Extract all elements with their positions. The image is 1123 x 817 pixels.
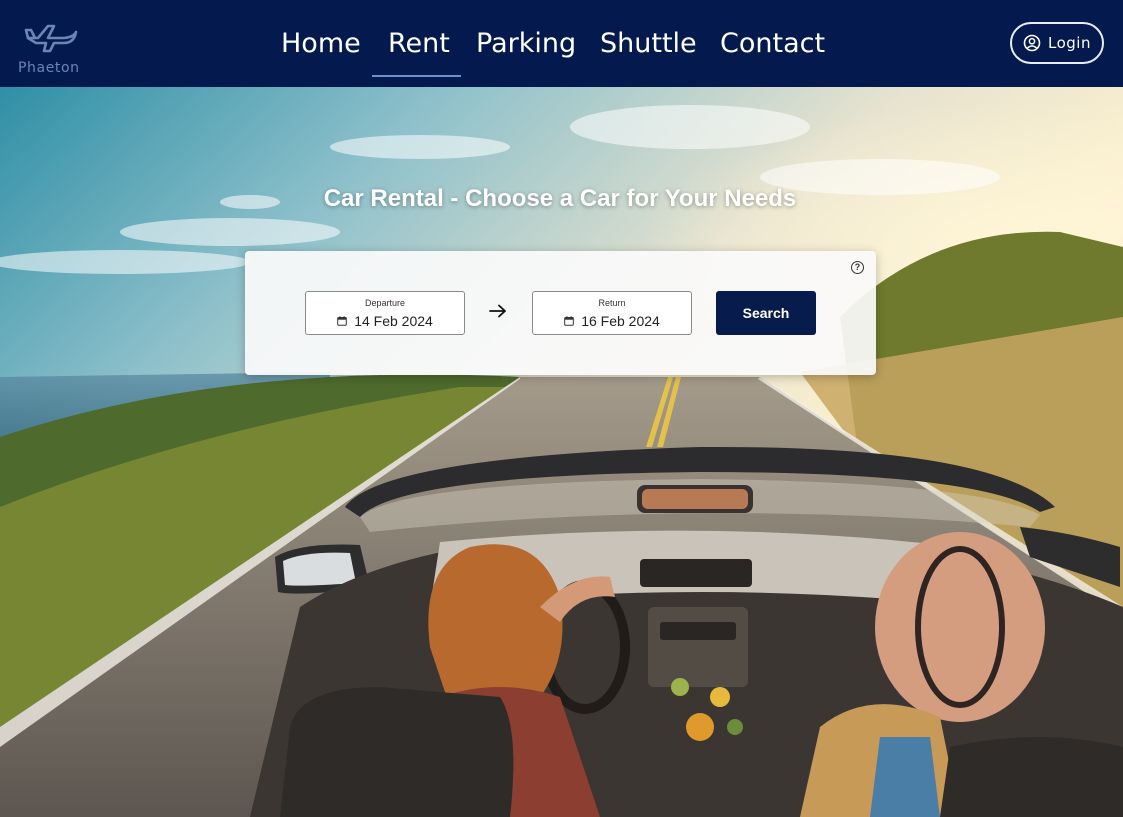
nav-rent[interactable]: Rent: [388, 28, 450, 59]
departure-date-picker[interactable]: Departure 14 Feb 2024: [305, 291, 465, 335]
nav-shuttle[interactable]: Shuttle: [600, 28, 697, 59]
nav-parking[interactable]: Parking: [476, 28, 576, 59]
calendar-icon: [564, 316, 574, 326]
return-value: 16 Feb 2024: [581, 313, 660, 329]
return-label: Return: [598, 298, 626, 308]
search-panel: ? Departure 14 Feb 2024 Return 16 Feb 20…: [245, 251, 876, 375]
calendar-icon: [337, 316, 347, 326]
user-circle-icon: [1023, 34, 1041, 52]
top-header: Phaeton Home Rent Parking Shuttle Contac…: [0, 0, 1123, 87]
nav-home[interactable]: Home: [281, 28, 361, 59]
login-button[interactable]: Login: [1010, 22, 1104, 64]
airplane-icon: [24, 24, 78, 53]
departure-label: Departure: [364, 298, 406, 308]
login-label: Login: [1048, 34, 1091, 52]
brand-name: Phaeton: [18, 60, 80, 76]
active-nav-indicator: [372, 75, 461, 77]
return-value-row: 16 Feb 2024: [533, 313, 691, 329]
departure-value: 14 Feb 2024: [354, 313, 433, 329]
departure-value-row: 14 Feb 2024: [306, 313, 464, 329]
arrow-right-icon: [489, 304, 506, 318]
search-button[interactable]: Search: [716, 291, 816, 335]
nav-contact[interactable]: Contact: [720, 28, 825, 59]
hero-section: Car Rental - Choose a Car for Your Needs…: [0, 87, 1123, 817]
brand-logo[interactable]: Phaeton: [16, 14, 88, 78]
return-date-picker[interactable]: Return 16 Feb 2024: [532, 291, 692, 335]
help-icon[interactable]: ?: [851, 261, 864, 274]
page-title: Car Rental - Choose a Car for Your Needs: [323, 185, 797, 212]
